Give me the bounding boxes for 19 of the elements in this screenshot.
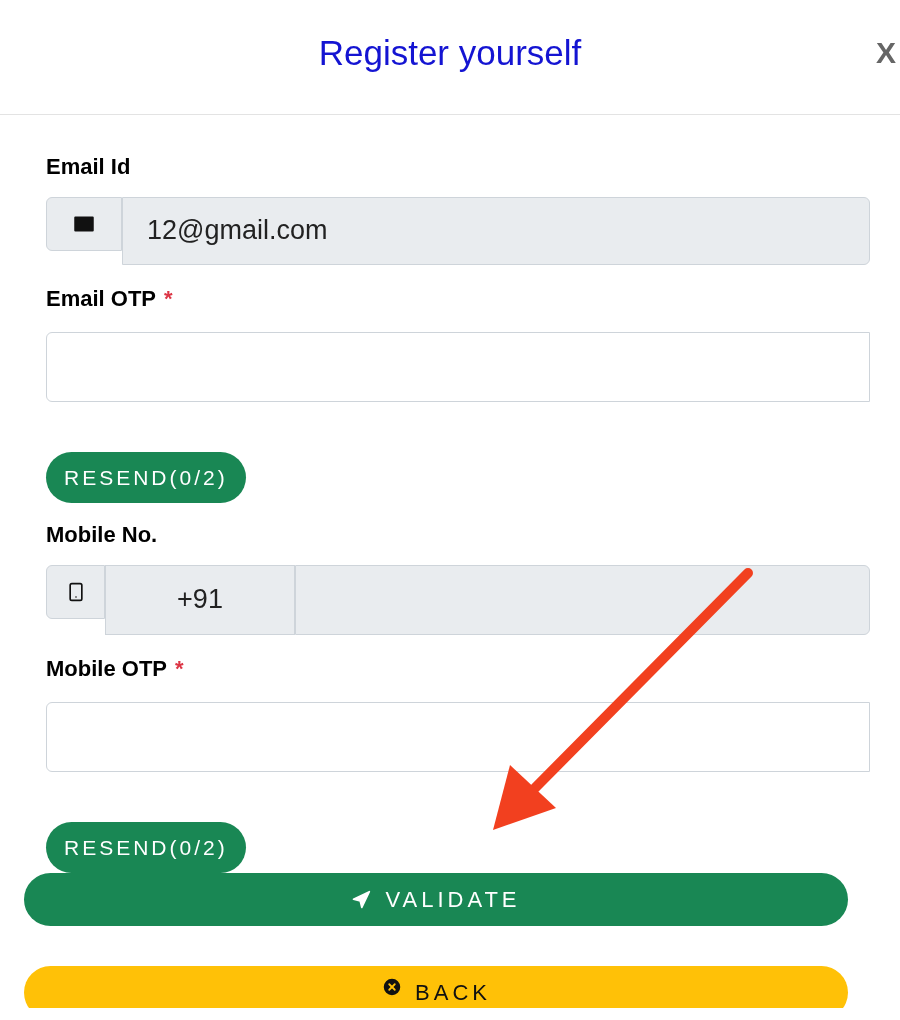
- resend-button[interactable]: RESEND(0/2): [46, 452, 246, 503]
- back-button[interactable]: BACK: [24, 966, 848, 1008]
- send-icon: [351, 889, 372, 910]
- otp-field[interactable]: [46, 332, 870, 402]
- close-circle-icon: [381, 976, 404, 998]
- validate-button[interactable]: VALIDATE: [24, 873, 848, 926]
- resend-button[interactable]: RESEND(0/2): [46, 822, 246, 873]
- required-mark: *: [175, 655, 184, 681]
- mobile-field[interactable]: [295, 564, 870, 635]
- field-label: Mobile OTP: [46, 655, 167, 681]
- otp-field[interactable]: [46, 702, 870, 772]
- field-label: Email Id: [46, 154, 131, 179]
- field-label: Email OTP: [46, 285, 157, 311]
- required-mark: *: [164, 285, 173, 311]
- dialog-title: Register yourself: [318, 31, 582, 74]
- close-button[interactable]: X: [876, 30, 896, 75]
- email-field[interactable]: 12@gmail.com: [122, 196, 870, 265]
- country-code-field[interactable]: +91: [105, 564, 295, 635]
- field-label: Mobile No.: [46, 522, 158, 547]
